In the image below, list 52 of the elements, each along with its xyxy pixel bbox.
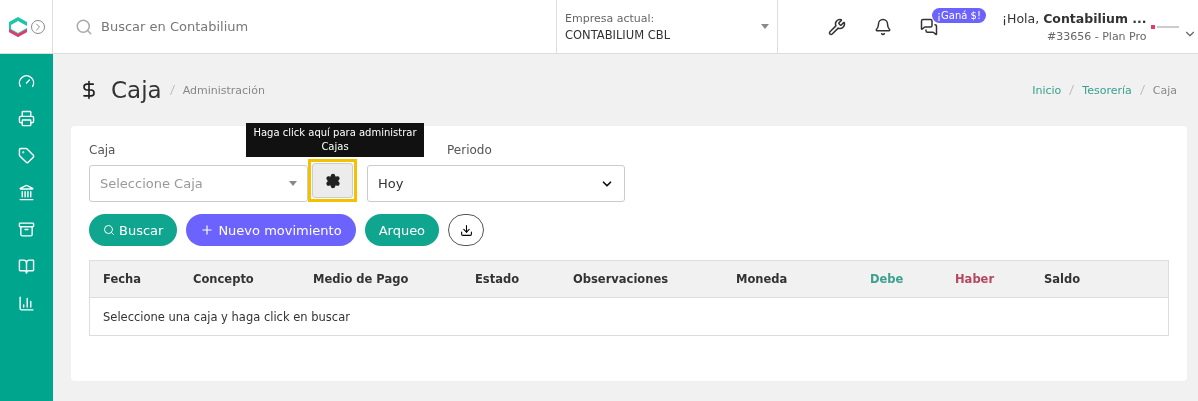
column-header: Moneda bbox=[736, 272, 789, 286]
download-button[interactable] bbox=[448, 214, 485, 246]
column-header: Observaciones bbox=[573, 272, 670, 286]
chat-icon[interactable] bbox=[920, 17, 938, 36]
arqueo-button[interactable]: Arqueo bbox=[364, 214, 440, 246]
column-header: Estado bbox=[475, 272, 521, 286]
breadcrumb-link[interactable]: Tesorería bbox=[1082, 83, 1132, 97]
printer-icon[interactable] bbox=[18, 110, 35, 127]
search-button[interactable]: Buscar bbox=[89, 214, 178, 246]
column-header: Debe bbox=[870, 272, 905, 286]
new-movement-button[interactable]: Nuevo movimiento bbox=[186, 214, 356, 246]
column-header: Haber bbox=[955, 272, 996, 286]
logo-icon[interactable] bbox=[7, 15, 29, 38]
page-title: Caja bbox=[111, 77, 162, 103]
company-selector[interactable]: Empresa actual: CONTABILIUM CBL bbox=[556, 0, 778, 53]
field-label: Caja bbox=[89, 143, 117, 157]
bar-chart-icon[interactable] bbox=[18, 295, 35, 312]
gear-icon bbox=[324, 172, 341, 189]
field-label: Periodo bbox=[447, 143, 493, 157]
caret-icon bbox=[289, 181, 297, 186]
empty-message: Seleccione una caja y haga click en buscar bbox=[103, 309, 350, 324]
separator-icon bbox=[1069, 85, 1075, 95]
account-text: #33656 - Plan Pro bbox=[1047, 29, 1147, 43]
promo-badge[interactable]: ¡Ganá $! bbox=[932, 7, 986, 23]
search-field[interactable]: Buscar en Contabilium bbox=[101, 19, 249, 34]
settings-button[interactable] bbox=[312, 163, 353, 198]
separator-icon bbox=[169, 85, 175, 95]
column-header: Medio de Pago bbox=[313, 272, 410, 286]
bell-icon[interactable] bbox=[874, 17, 892, 36]
breadcrumb-link[interactable]: Inicio bbox=[1032, 83, 1062, 97]
company-logo-icon bbox=[1150, 23, 1179, 30]
periodo-select[interactable]: Hoy bbox=[367, 165, 625, 202]
plus-icon bbox=[200, 223, 215, 237]
column-header: Fecha bbox=[103, 272, 142, 286]
page-subtitle: Administración bbox=[182, 83, 265, 97]
column-header: Concepto bbox=[193, 272, 255, 286]
caret-icon bbox=[761, 24, 769, 29]
search-icon bbox=[75, 17, 93, 36]
caja-select[interactable]: Seleccione Caja bbox=[89, 165, 308, 202]
tag-icon[interactable] bbox=[18, 147, 35, 164]
wrench-icon[interactable] bbox=[828, 17, 846, 36]
separator-icon bbox=[1139, 85, 1145, 95]
archive-icon[interactable] bbox=[18, 221, 35, 238]
bank-icon[interactable] bbox=[18, 184, 35, 201]
search-icon bbox=[103, 224, 115, 236]
breadcrumb-current: Caja bbox=[1152, 83, 1177, 97]
gauge-icon[interactable] bbox=[18, 73, 35, 90]
tooltip: Haga click aquí para administrar Cajas bbox=[246, 123, 424, 157]
book-icon[interactable] bbox=[18, 258, 35, 275]
column-header: Saldo bbox=[1044, 272, 1082, 286]
download-icon bbox=[459, 223, 473, 237]
greeting-text: ¡Hola, Contabilium ... bbox=[1002, 10, 1147, 26]
